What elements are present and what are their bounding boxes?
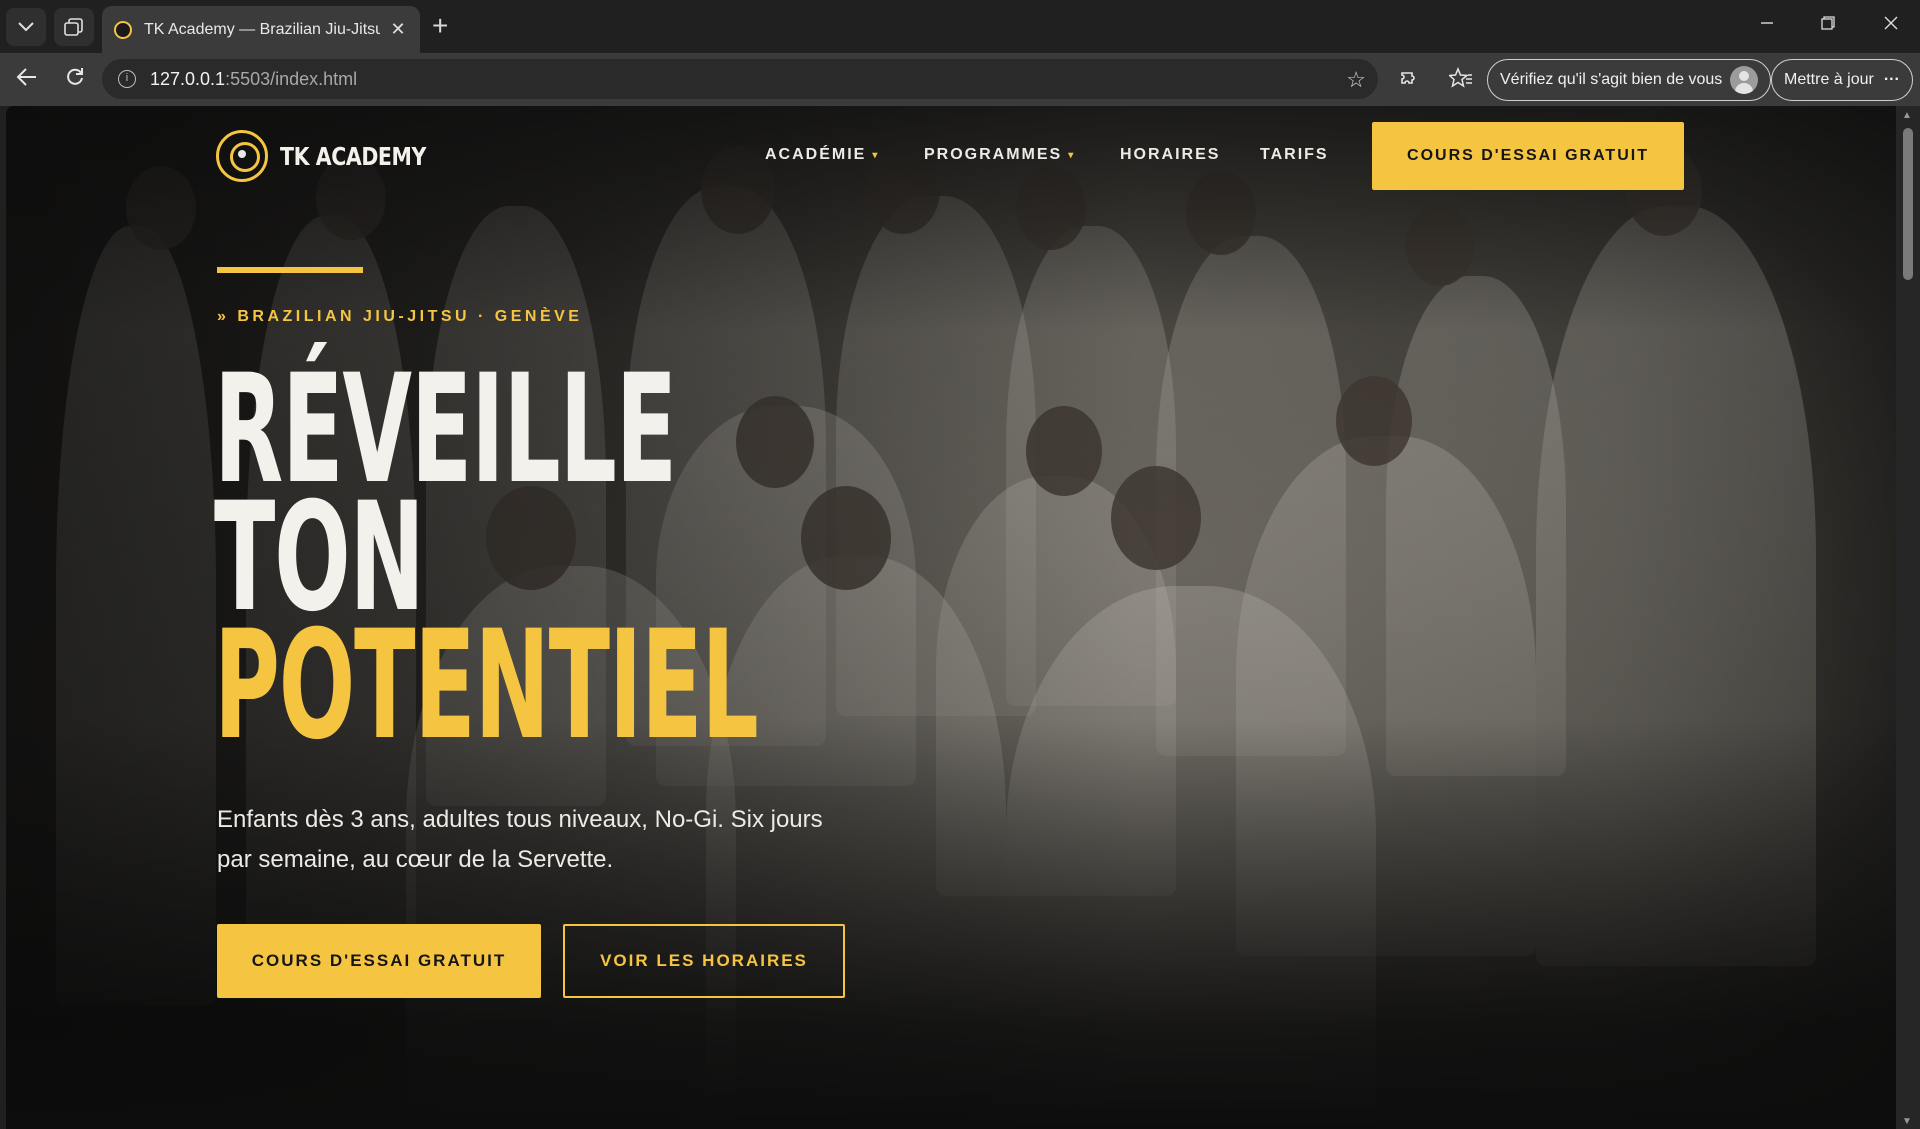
dropdown-caret-icon: ▾ xyxy=(1068,149,1074,161)
chevron-down-icon xyxy=(18,22,34,32)
hero-kicker: » BRAZILIAN JIU-JITSU · GENÈVE xyxy=(217,308,583,325)
back-icon[interactable] xyxy=(12,67,42,92)
profile-avatar-icon xyxy=(1730,66,1759,94)
favorites-icon[interactable] xyxy=(1446,67,1476,94)
scroll-thumb[interactable] xyxy=(1903,128,1913,280)
site-favicon-icon xyxy=(114,20,132,39)
nav-programmes[interactable]: PROGRAMMES ▾ xyxy=(924,146,1073,164)
hero-trial-button[interactable]: COURS D'ESSAI GRATUIT xyxy=(217,924,541,998)
minimize-icon[interactable] xyxy=(1752,14,1782,35)
nav-label: HORAIRES xyxy=(1120,146,1221,163)
nav-tarifs[interactable]: TARIFS xyxy=(1260,146,1329,164)
dropdown-caret-icon: ▾ xyxy=(872,149,878,161)
nav-label: TARIFS xyxy=(1260,146,1329,163)
scroll-down-icon[interactable]: ▼ xyxy=(1902,1116,1912,1127)
academy-crest-icon xyxy=(216,130,268,182)
profile-button[interactable]: Vérifiez qu'il s'agit bien de vous xyxy=(1487,59,1772,101)
browser-toolbar: i 127.0.0.1:5503/index.html ☆ Vérifiez q… xyxy=(0,53,1920,106)
reload-icon[interactable] xyxy=(60,67,90,92)
close-tab-icon[interactable]: ✕ xyxy=(388,19,408,40)
logo-text: TK ACADEMY xyxy=(280,141,426,171)
scroll-up-icon[interactable]: ▲ xyxy=(1902,110,1912,121)
more-options-icon[interactable]: ··· xyxy=(1884,71,1900,89)
page-scrollbar[interactable]: ▲ ▼ xyxy=(1896,106,1920,1129)
accent-bar xyxy=(217,267,363,273)
address-bar[interactable]: i 127.0.0.1:5503/index.html ☆ xyxy=(102,59,1378,99)
url-path: :5503/index.html xyxy=(225,68,358,89)
url-host: 127.0.0.1 xyxy=(150,68,226,89)
site-info-icon[interactable]: i xyxy=(118,70,136,88)
view-schedule-button[interactable]: VOIR LES HORAIRES xyxy=(563,924,845,998)
extensions-icon[interactable] xyxy=(1392,67,1422,94)
hero-headline: RÉVEILLE TON POTENTIEL xyxy=(214,355,759,773)
workspaces-button[interactable] xyxy=(54,8,94,46)
hero-description: Enfants dès 3 ans, adultes tous niveaux,… xyxy=(217,806,823,873)
tab-title: TK Academy — Brazilian Jiu-Jitsu Genève xyxy=(144,20,380,38)
restore-icon[interactable] xyxy=(1813,14,1843,35)
nav-academie[interactable]: ACADÉMIE ▾ xyxy=(765,146,877,164)
tab-list-button[interactable] xyxy=(6,8,46,46)
browser-tab-strip: TK Academy — Brazilian Jiu-Jitsu Genève … xyxy=(0,0,1920,53)
nav-horaires[interactable]: HORAIRES xyxy=(1120,146,1220,164)
nav-label: ACADÉMIE xyxy=(765,146,867,163)
active-tab[interactable]: TK Academy — Brazilian Jiu-Jitsu Genève … xyxy=(102,6,420,53)
nav-label: PROGRAMMES xyxy=(924,146,1063,163)
close-window-icon[interactable] xyxy=(1876,14,1906,35)
profile-label: Vérifiez qu'il s'agit bien de vous xyxy=(1500,71,1723,88)
headline-line-3: POTENTIEL xyxy=(214,599,759,773)
update-button[interactable]: Mettre à jour ··· xyxy=(1771,59,1913,101)
workspaces-icon xyxy=(64,18,83,36)
update-label: Mettre à jour xyxy=(1784,71,1874,88)
page-viewport: TK ACADEMY ACADÉMIE ▾ PROGRAMMES ▾ HORAIRE… xyxy=(6,106,1896,1129)
favorite-star-icon[interactable]: ☆ xyxy=(1346,67,1366,93)
new-tab-button[interactable]: + xyxy=(432,12,448,40)
site-logo[interactable]: TK ACADEMY xyxy=(216,130,458,182)
header-trial-button[interactable]: COURS D'ESSAI GRATUIT xyxy=(1372,122,1684,190)
